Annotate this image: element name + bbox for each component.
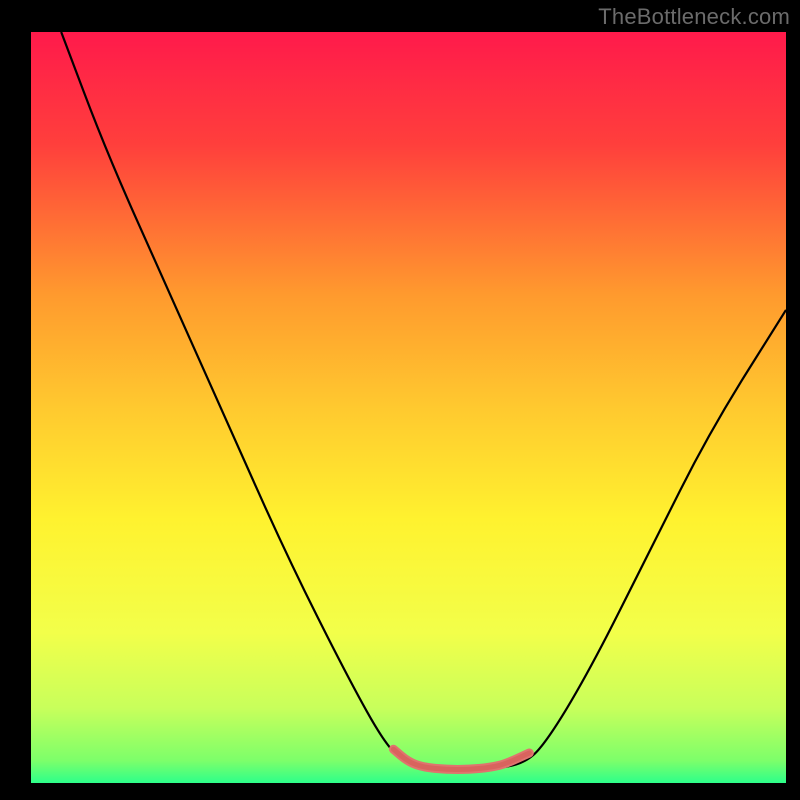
bottleneck-chart	[31, 32, 786, 783]
plot-frame	[31, 32, 786, 783]
watermark-text: TheBottleneck.com	[598, 4, 790, 30]
gradient-background	[31, 32, 786, 783]
chart-stage: TheBottleneck.com	[0, 0, 800, 800]
